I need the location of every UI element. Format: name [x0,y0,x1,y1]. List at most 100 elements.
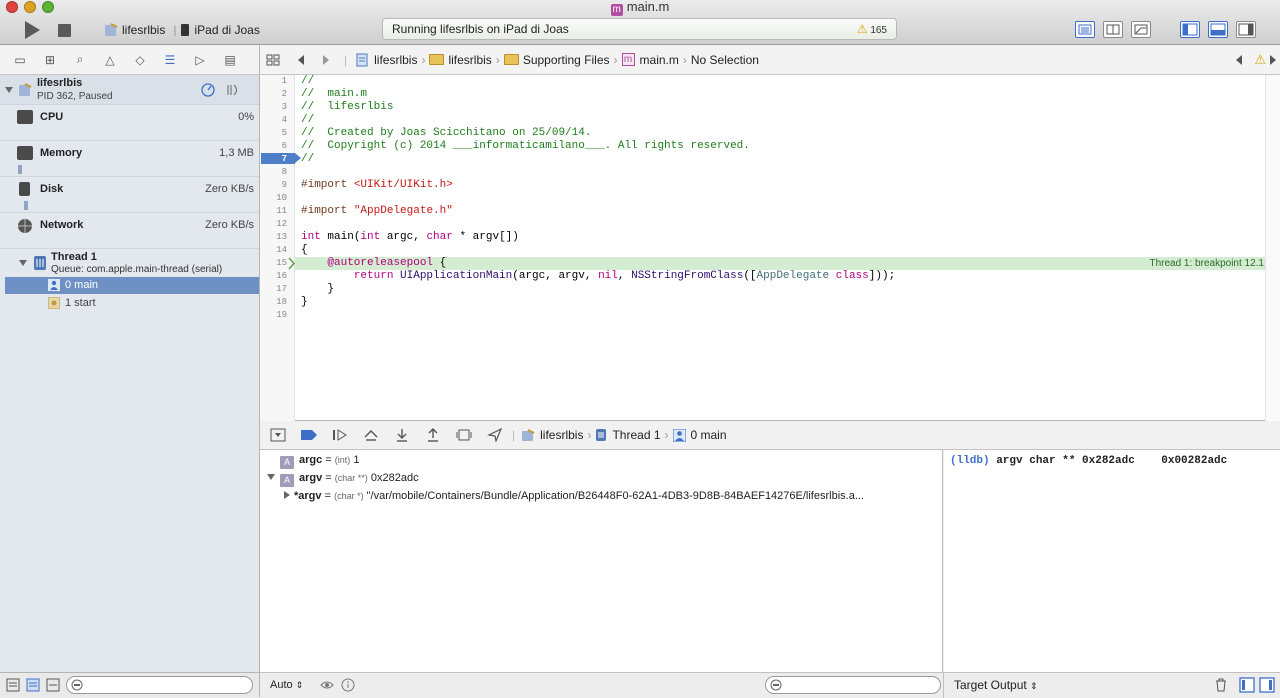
project-icon [356,53,368,66]
breadcrumb-subgroup[interactable]: Supporting Files [523,53,610,67]
location-arrow-icon [487,428,503,442]
view-hierarchy-button[interactable] [455,428,473,442]
thread-row[interactable]: Thread 1 Queue: com.apple.main-thread (s… [0,249,259,277]
code-line: // main.m [301,88,368,100]
code-line: int main(int argc, char * argv[]) [301,231,519,243]
breakpoint-annotation: Thread 1: breakpoint 12.1 [1149,258,1264,269]
breadcrumb-selection[interactable]: No Selection [691,53,759,67]
stack-frame-row[interactable]: 0 main [0,277,259,294]
source-editor[interactable]: 1 2 3 4 5 6 7 8 9 10 11 12 13 14 15 16 1… [260,75,1280,421]
back-arrow-icon[interactable] [295,54,307,66]
variables-pane-toggle-icon[interactable] [1239,677,1255,693]
hide-debug-area-button[interactable] [269,428,287,442]
version-editor-button[interactable] [1131,21,1151,38]
step-over-button[interactable] [362,428,380,442]
debug-navigator: lifesrlbis PID 362, Paused CPU 0% Memory… [0,75,260,672]
variable-row[interactable]: Aargc = (int) 1 [280,452,359,469]
disclosure-triangle-down-icon[interactable] [4,85,14,95]
continue-button[interactable] [331,428,349,442]
variables-filter-field[interactable] [765,676,941,694]
compression-slider-icon[interactable] [46,678,60,692]
code-line: // Copyright (c) 2014 ___informaticamila… [301,140,750,152]
test-icon[interactable]: ◇ [130,53,150,67]
variable-row[interactable]: *argv = (char *) "/var/mobile/Containers… [282,488,942,504]
editor-scrollbar[interactable] [1265,75,1280,421]
run-button[interactable] [22,20,42,40]
debug-breadcrumb-project[interactable]: lifesrlbis [540,428,583,442]
forward-arrow-icon[interactable] [320,54,332,66]
step-over-icon [364,430,378,441]
search-icon[interactable]: ⌕ [70,52,90,67]
stop-button[interactable] [58,24,71,37]
continue-icon [333,429,347,441]
instruction-pointer-icon[interactable] [288,257,296,270]
toolbar: m main.m lifesrlbis | iPad di Joas Runnin… [0,0,1280,45]
folder-icon [429,54,445,65]
issue-icon[interactable]: △ [100,53,120,67]
assistant-editor-button[interactable] [1103,21,1123,38]
code-line: #import "AppDelegate.h" [301,205,453,217]
variable-row[interactable]: Aargv = (char **) 0x282adc [266,470,419,487]
gauge-icon[interactable] [201,83,215,97]
memory-gauge[interactable]: Memory 1,3 MB [0,141,259,177]
simulate-location-button[interactable] [486,428,504,442]
warning-icon[interactable]: ⚠ [1254,52,1266,68]
breakpoint-navigator-icon[interactable]: ▷ [190,53,210,67]
debug-navigator-icon[interactable]: ☰ [160,53,180,67]
disclosure-triangle-down-icon[interactable] [266,472,276,482]
toggle-navigator-button[interactable] [1180,21,1200,38]
step-into-button[interactable] [393,428,411,442]
console-output-popup[interactable]: Target Output ⇕ [954,678,1038,692]
hide-debug-area-icon [270,428,286,442]
standard-editor-icon [1078,24,1092,35]
objc-file-icon: m [610,4,623,16]
next-issue-icon[interactable] [1268,54,1278,66]
previous-issue-icon[interactable] [1234,54,1244,66]
network-gauge[interactable]: Network Zero KB/s [0,213,259,249]
log-icon[interactable]: ▤ [220,53,240,67]
view-process-icon[interactable] [225,83,241,97]
breakpoint-icon [301,430,317,440]
breadcrumb-project[interactable]: lifesrlbis [374,53,417,67]
code-line: #import <UIKit/UIKit.h> [301,179,453,191]
scheme-selector[interactable]: lifesrlbis | iPad di Joas [104,19,264,41]
standard-editor-button[interactable] [1075,21,1095,38]
variables-scope-popup[interactable]: Auto ⇕ [270,679,303,691]
trash-icon[interactable] [1214,677,1228,693]
step-out-button[interactable] [424,428,442,442]
disclosure-triangle-right-icon[interactable] [282,490,292,500]
filter-icon [770,679,782,691]
user-frame-icon [48,279,60,291]
assistant-editor-icon [1106,24,1120,35]
toggle-debug-area-button[interactable] [1208,21,1228,38]
right-panel-icon [1238,23,1254,36]
quick-look-eye-icon[interactable] [320,678,334,692]
debug-breadcrumb-thread[interactable]: Thread 1 [612,428,660,442]
info-icon[interactable] [341,678,355,692]
toggle-utilities-button[interactable] [1236,21,1256,38]
code-line: // Created by Joas Scicchitano on 25/09/… [301,127,592,139]
breadcrumb-group[interactable]: lifesrlbis [448,53,491,67]
breadcrumb: lifesrlbis › lifesrlbis › Supporting Fil… [355,53,759,67]
folder-icon[interactable]: ▭ [10,53,30,67]
code-line: return UIApplicationMain(argc, argv, nil… [353,270,896,282]
warnings-indicator[interactable]: ⚠ 165 [857,19,887,41]
app-icon [19,83,32,96]
disclosure-triangle-down-icon[interactable] [18,258,28,268]
stack-frame-row[interactable]: 1 start [0,295,259,312]
related-items-icon[interactable] [265,53,281,67]
show-only-crashed-icon[interactable] [6,678,20,692]
debug-breadcrumb-frame[interactable]: 0 main [691,428,727,442]
hide-system-frames-icon[interactable] [26,678,40,692]
breadcrumb-file[interactable]: main.m [640,53,679,67]
console-pane-toggle-icon[interactable] [1259,677,1275,693]
breakpoints-toggle-button[interactable] [300,429,318,441]
network-globe-icon [18,219,32,233]
cpu-gauge[interactable]: CPU 0% [0,105,259,141]
code-line: { [301,244,308,256]
process-row[interactable]: lifesrlbis PID 362, Paused [0,75,259,105]
disk-gauge[interactable]: Disk Zero KB/s [0,177,259,213]
symbol-navigator-icon[interactable]: ⊞ [40,53,60,67]
console-output[interactable]: (lldb) argv char ** 0x282adc 0x00282adc [944,450,1280,672]
navigator-filter-field[interactable] [66,676,253,694]
